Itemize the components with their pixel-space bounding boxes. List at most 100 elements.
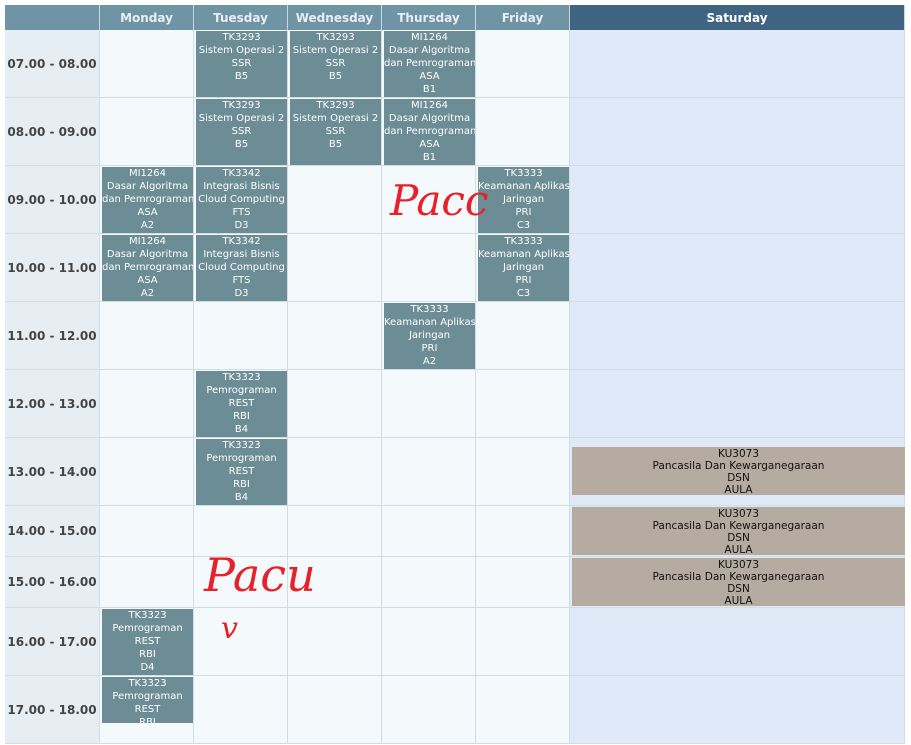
schedule-grid: Monday Tuesday Wednesday Thursday Friday… bbox=[5, 5, 905, 745]
class-code: TK3293 bbox=[316, 32, 355, 43]
class-info: FTS bbox=[232, 207, 251, 218]
time-slot-label: 07.00 - 08.00 bbox=[5, 30, 100, 98]
class-info: dan Pemrograman bbox=[384, 58, 475, 69]
class-info: dan Pemrograman bbox=[102, 262, 193, 273]
schedule-cell bbox=[476, 438, 570, 506]
class-info: D4 bbox=[140, 662, 155, 673]
class-block[interactable]: TK3293 Sistem Operasi 2 SSR B5 bbox=[196, 31, 287, 97]
class-code: TK3333 bbox=[410, 304, 449, 315]
schedule-cell bbox=[288, 234, 382, 302]
class-info: B4 bbox=[234, 424, 249, 435]
class-block[interactable]: MI1264 Dasar Algoritma dan Pemrograman ASA B… bbox=[384, 31, 475, 97]
schedule-cell bbox=[382, 608, 476, 676]
schedule-cell bbox=[100, 302, 194, 370]
schedule-cell bbox=[100, 30, 194, 98]
class-info: Jaringan bbox=[502, 262, 545, 273]
schedule-cell bbox=[382, 370, 476, 438]
class-code: MI1264 bbox=[128, 236, 167, 247]
class-block[interactable]: MI1264 Dasar Algoritma dan Pemrograman ASA A… bbox=[102, 235, 193, 301]
schedule-cell bbox=[570, 608, 905, 676]
class-name: Pancasila Dan Kewarganegaraan bbox=[652, 460, 825, 472]
class-code: TK3323 bbox=[128, 678, 167, 689]
class-block[interactable]: TK3342 Integrasi Bisnis Cloud Computing FTS… bbox=[196, 167, 287, 233]
class-block[interactable]: TK3323 Pemrograman REST RBI B4 bbox=[196, 371, 287, 437]
class-name: Pancasila Dan Kewarganegaraan bbox=[652, 571, 825, 583]
class-info: D3 bbox=[234, 220, 249, 231]
class-info: REST bbox=[228, 466, 255, 477]
schedule-cell bbox=[382, 557, 476, 608]
class-name: Dasar Algoritma bbox=[106, 249, 189, 260]
schedule-cell bbox=[288, 302, 382, 370]
class-info: ASA bbox=[137, 275, 158, 286]
schedule-cell bbox=[570, 30, 905, 98]
header-friday: Friday bbox=[476, 5, 570, 30]
schedule-cell bbox=[476, 557, 570, 608]
class-code: TK3333 bbox=[504, 168, 543, 179]
class-code: MI1264 bbox=[410, 100, 449, 111]
class-info: SSR bbox=[231, 58, 252, 69]
class-name: Keamanan Aplikasi bbox=[478, 181, 569, 192]
class-code: TK3342 bbox=[222, 236, 261, 247]
class-info: AULA bbox=[724, 595, 753, 606]
class-info: B1 bbox=[422, 84, 437, 95]
class-block[interactable]: TK3342 Integrasi Bisnis Cloud Computing FTS… bbox=[196, 235, 287, 301]
annotation-pacc: Pacc bbox=[390, 176, 489, 225]
class-info: RBI bbox=[233, 479, 250, 490]
schedule-cell bbox=[570, 166, 905, 234]
class-info: RBI bbox=[139, 717, 156, 723]
class-block[interactable]: TK3323 Pemrograman REST RBI bbox=[102, 677, 193, 723]
class-info: dan Pemrograman bbox=[384, 126, 475, 137]
class-name: Dasar Algoritma bbox=[106, 181, 189, 192]
class-block[interactable]: KU3073 Pancasila Dan Kewarganegaraan DSN AU… bbox=[572, 507, 905, 555]
class-block[interactable]: KU3073 Pancasila Dan Kewarganegaraan DSN AU… bbox=[572, 558, 905, 606]
class-code: TK3323 bbox=[222, 372, 261, 383]
class-block[interactable]: MI1264 Dasar Algoritma dan Pemrograman ASA B… bbox=[384, 99, 475, 165]
header-thursday: Thursday bbox=[382, 5, 476, 30]
class-info: PRI bbox=[515, 275, 532, 286]
class-code: KU3073 bbox=[717, 508, 759, 520]
schedule-cell bbox=[382, 438, 476, 506]
class-info: Jaringan bbox=[502, 194, 545, 205]
schedule-cell bbox=[100, 506, 194, 557]
class-name: Sistem Operasi 2 bbox=[292, 45, 379, 56]
time-slot-label: 15.00 - 16.00 bbox=[5, 557, 100, 608]
class-info: A2 bbox=[140, 288, 155, 299]
class-block[interactable]: TK3323 Pemrograman REST RBI D4 bbox=[102, 609, 193, 675]
class-info: PRI bbox=[515, 207, 532, 218]
class-block[interactable]: TK3333 Keamanan Aplikasi Jaringan PRI C3 bbox=[478, 167, 569, 233]
class-code: TK3293 bbox=[222, 100, 261, 111]
class-block[interactable]: TK3323 Pemrograman REST RBI B4 bbox=[196, 439, 287, 505]
class-code: KU3073 bbox=[717, 559, 759, 571]
class-code: TK3323 bbox=[128, 610, 167, 621]
class-info: D3 bbox=[234, 288, 249, 299]
annotation-arrow: v bbox=[221, 611, 238, 646]
header-saturday: Saturday bbox=[570, 5, 905, 30]
class-info: DSN bbox=[727, 583, 750, 595]
class-name: Integrasi Bisnis bbox=[203, 181, 280, 192]
class-code: MI1264 bbox=[128, 168, 167, 179]
class-block[interactable]: TK3293 Sistem Operasi 2 SSR B5 bbox=[290, 99, 381, 165]
schedule-cell bbox=[570, 98, 905, 166]
schedule-cell bbox=[476, 506, 570, 557]
class-info: DSN bbox=[727, 472, 750, 484]
schedule-cell bbox=[100, 370, 194, 438]
class-info: SSR bbox=[325, 126, 346, 137]
time-slot-label: 08.00 - 09.00 bbox=[5, 98, 100, 166]
schedule-cell bbox=[194, 608, 288, 676]
header-corner bbox=[5, 5, 100, 30]
class-block[interactable]: TK3293 Sistem Operasi 2 SSR B5 bbox=[290, 31, 381, 97]
class-info: B5 bbox=[234, 139, 249, 150]
class-block[interactable]: TK3333 Keamanan Aplikasi Jaringan PRI A2 bbox=[384, 303, 475, 369]
class-block[interactable]: MI1264 Dasar Algoritma dan Pemrograman ASA A… bbox=[102, 167, 193, 233]
header-tuesday: Tuesday bbox=[194, 5, 288, 30]
schedule-cell bbox=[476, 608, 570, 676]
class-block[interactable]: KU3073 Pancasila Dan Kewarganegaraan DSN AU… bbox=[572, 447, 905, 495]
time-slot-label: 12.00 - 13.00 bbox=[5, 370, 100, 438]
class-block[interactable]: TK3293 Sistem Operasi 2 SSR B5 bbox=[196, 99, 287, 165]
class-info: ASA bbox=[419, 139, 440, 150]
class-name: Sistem Operasi 2 bbox=[292, 113, 379, 124]
schedule-cell bbox=[476, 302, 570, 370]
header-monday: Monday bbox=[100, 5, 194, 30]
class-block[interactable]: TK3333 Keamanan Aplikasi Jaringan PRI C3 bbox=[478, 235, 569, 301]
class-name: Dasar Algoritma bbox=[388, 45, 471, 56]
